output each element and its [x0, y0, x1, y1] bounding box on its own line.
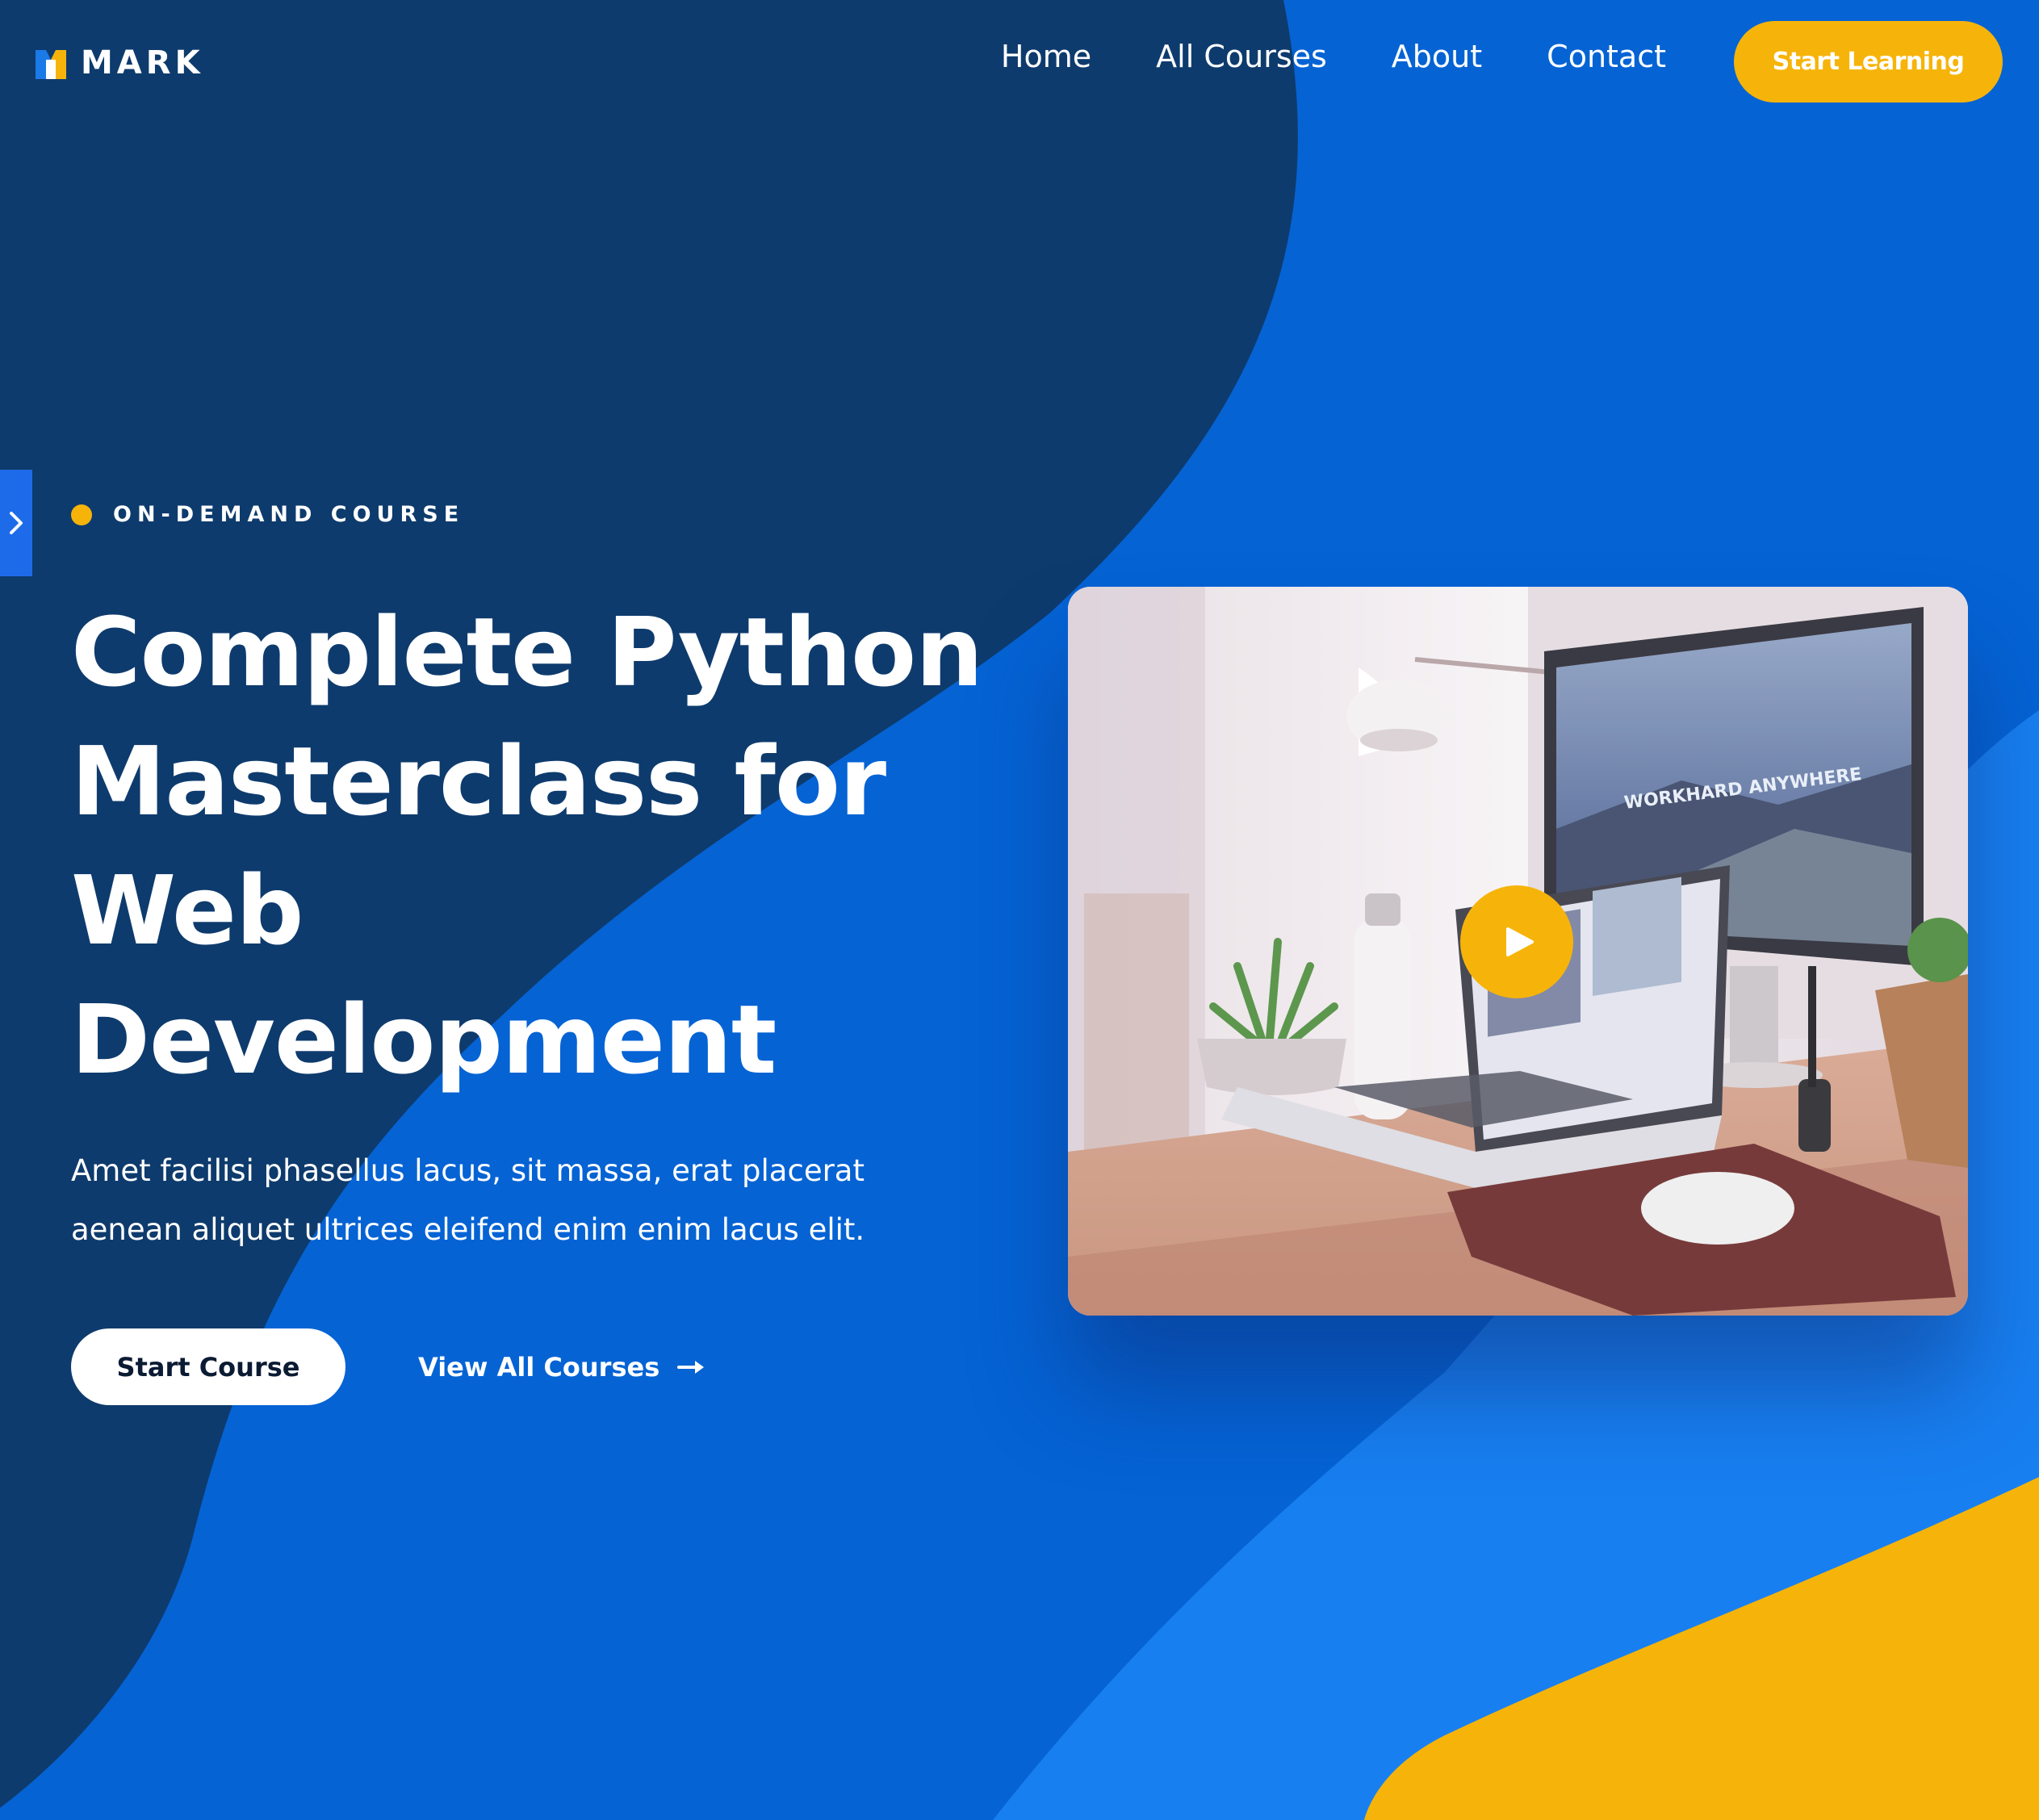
brand-name: MARK	[81, 44, 204, 82]
hero-description: Amet facilisi phasellus lacus, sit massa…	[71, 1153, 865, 1247]
play-button[interactable]	[1460, 885, 1573, 998]
start-course-button[interactable]: Start Course	[71, 1328, 345, 1405]
eyebrow-text: ON-DEMAND COURSE	[113, 502, 465, 527]
view-all-courses-label: View All Courses	[418, 1352, 660, 1383]
arrow-right-icon	[677, 1361, 705, 1374]
nav-item-about[interactable]: About	[1392, 39, 1482, 74]
chevron-right-icon	[10, 512, 23, 534]
yellow-dot-icon	[71, 504, 92, 525]
nav-item-home[interactable]: Home	[1001, 39, 1091, 74]
start-learning-button[interactable]: Start Learning	[1734, 21, 2003, 103]
hero-title-line-4: Development	[71, 984, 777, 1095]
view-all-courses-link[interactable]: View All Courses	[418, 1348, 705, 1387]
nav-item-all-courses[interactable]: All Courses	[1156, 39, 1327, 74]
hero-title-line-1: Complete Python	[71, 596, 983, 708]
play-icon	[1506, 927, 1534, 956]
course-preview-video[interactable]: WORKHARD ANYWHERE	[1068, 587, 1968, 1316]
brand-logo[interactable]: MARK	[36, 44, 204, 82]
m-logo-icon	[36, 50, 66, 79]
hero-title-line-2: Masterclass for	[71, 726, 886, 837]
course-type-label: ON-DEMAND COURSE	[71, 502, 464, 527]
nav-item-contact[interactable]: Contact	[1547, 39, 1666, 74]
hero-title-line-3: Web	[71, 855, 304, 966]
side-panel-toggle[interactable]	[0, 470, 32, 576]
main-nav: Home All Courses About Contact	[1001, 39, 1666, 74]
hero-title: Complete Python Masterclass for Web Deve…	[71, 588, 1072, 1104]
